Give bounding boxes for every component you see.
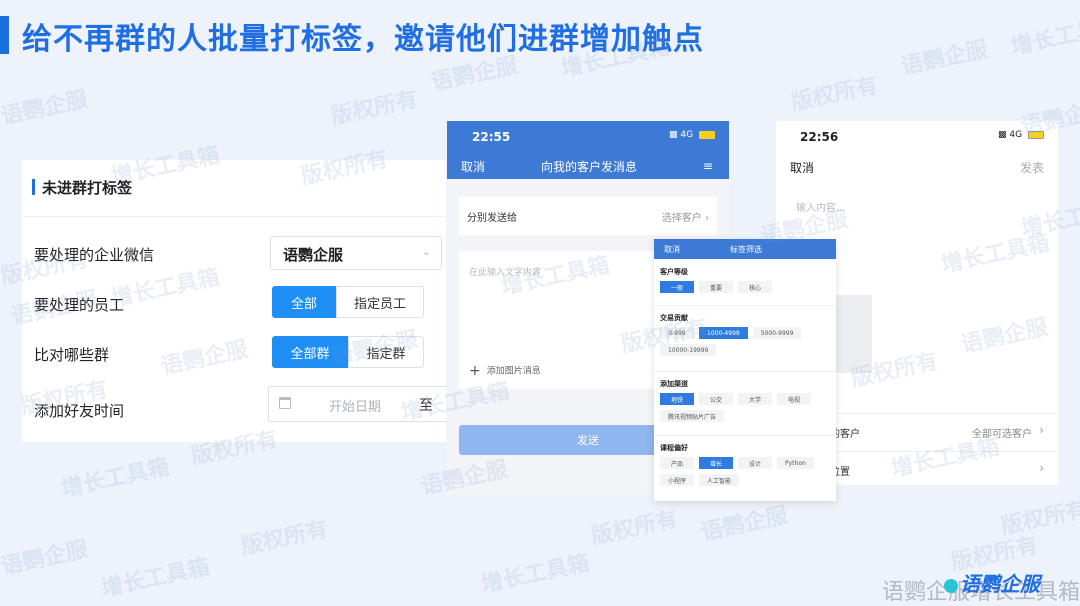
image-placeholder bbox=[834, 295, 872, 373]
groups-option-all[interactable]: 全部群 bbox=[272, 336, 348, 368]
groups-segmented-control: 全部群 指定群 bbox=[272, 336, 424, 368]
watermark-text: 增长工具箱 bbox=[59, 454, 172, 503]
watermark-text: 版权所有 bbox=[588, 507, 681, 550]
phone-header: 22:55 ▩ 4G 取消 向我的客户发消息 ≡ bbox=[447, 121, 729, 179]
tag-option[interactable]: 产品 bbox=[660, 457, 694, 469]
watermark-text: 版权所有 bbox=[238, 517, 331, 560]
signal-icon: ▩ bbox=[998, 130, 1007, 140]
tag-option[interactable]: 公交 bbox=[699, 393, 733, 405]
recipient-row[interactable]: 分别发送给 选择客户 › bbox=[459, 197, 717, 235]
tag-option[interactable]: 设计 bbox=[738, 457, 772, 469]
network-label: 4G bbox=[1009, 130, 1023, 140]
wecom-select[interactable]: 语鹦企服 ⌄ bbox=[270, 236, 442, 270]
groups-label: 比对哪些群 bbox=[34, 346, 110, 364]
section-divider bbox=[654, 305, 836, 306]
chevron-down-icon: ⌄ bbox=[421, 245, 431, 258]
tag-option[interactable]: 重要 bbox=[699, 281, 733, 293]
recipient-label: 分别发送给 bbox=[467, 213, 517, 224]
date-range-input[interactable]: 开始日期 至 bbox=[268, 386, 446, 422]
content-input[interactable]: 输入内容... bbox=[796, 199, 846, 214]
tag-filter-title: 标签筛选 bbox=[730, 245, 762, 254]
cancel-button[interactable]: 取消 bbox=[461, 158, 485, 175]
list-menu-icon[interactable]: ≡ bbox=[703, 159, 713, 173]
cancel-button[interactable]: 取消 bbox=[790, 159, 814, 176]
tag-option[interactable]: 1000-4999 bbox=[699, 327, 748, 339]
battery-icon bbox=[699, 130, 715, 139]
tag-filter-header: 取消 标签筛选 bbox=[654, 239, 836, 259]
section-divider bbox=[654, 435, 836, 436]
watermark-text: 版权所有 bbox=[788, 73, 881, 116]
tag-option[interactable]: 核心 bbox=[738, 281, 772, 293]
panel-heading: 未进群打标签 bbox=[42, 179, 133, 197]
tag-option[interactable]: 大学 bbox=[738, 393, 772, 405]
status-indicators: ▩ 4G bbox=[998, 130, 1044, 140]
calendar-icon bbox=[279, 397, 291, 409]
chevron-right-icon: › bbox=[1039, 461, 1044, 475]
watermark-text: 增长工具箱 bbox=[99, 554, 212, 603]
chevron-right-icon: › bbox=[1039, 423, 1044, 437]
slide-title-bar: 给不再群的人批量打标签，邀请他们进群增加触点 bbox=[0, 12, 1080, 57]
brand-logo-icon bbox=[944, 578, 958, 593]
signal-icon: ▩ bbox=[669, 130, 678, 140]
tag-section-title: 添加渠道 bbox=[660, 380, 688, 388]
tag-option[interactable]: 5000-9999 bbox=[752, 327, 802, 339]
staff-option-specific[interactable]: 指定员工 bbox=[336, 286, 424, 318]
tag-option[interactable]: Python bbox=[777, 457, 814, 469]
section-divider bbox=[654, 371, 836, 372]
tag-group: 地铁 公交 大学 电视腾讯视频贴片广告 bbox=[660, 393, 832, 427]
plus-icon: + bbox=[469, 363, 481, 379]
tag-group: 0-999 1000-4999 5000-9999 10000-19999 bbox=[660, 327, 832, 361]
groups-option-specific[interactable]: 指定群 bbox=[348, 336, 424, 368]
message-placeholder: 在此输入文字内容 bbox=[469, 268, 542, 278]
tag-option[interactable]: 电视 bbox=[777, 393, 811, 405]
tag-filter-panel: 取消 标签筛选 客户等级一般 重要 核心交易贡献 0-999 1000-4999 5000… bbox=[654, 239, 836, 501]
watermark-text: 增长工具箱 bbox=[479, 550, 592, 599]
panel-divider bbox=[22, 216, 446, 217]
tag-option[interactable]: 增长 bbox=[699, 457, 733, 469]
watermark-text: 版权所有 bbox=[998, 497, 1080, 540]
recipient-value: 选择客户 › bbox=[661, 213, 709, 224]
panel-header: 未进群打标签 bbox=[22, 176, 446, 200]
watermark-text: 版权所有 bbox=[328, 87, 421, 130]
start-date-placeholder: 开始日期 bbox=[329, 400, 382, 415]
tag-option[interactable]: 0-999 bbox=[660, 327, 694, 339]
publish-button[interactable]: 发表 bbox=[1020, 159, 1044, 176]
tag-option[interactable]: 腾讯视频贴片广告 bbox=[660, 410, 725, 422]
slide-title: 给不再群的人批量打标签，邀请他们进群增加触点 bbox=[22, 22, 704, 57]
watermark-text: 语鹦企服 bbox=[698, 503, 791, 546]
tag-section-title: 交易贡献 bbox=[660, 314, 688, 322]
wecom-select-value: 语鹦企服 bbox=[283, 246, 344, 264]
brand-logo: 语鹦企服 bbox=[944, 568, 1040, 597]
staff-label: 要处理的员工 bbox=[34, 296, 125, 314]
tag-option[interactable]: 人工智能 bbox=[699, 474, 740, 486]
tag-option[interactable]: 小程序 bbox=[660, 474, 695, 486]
cancel-button[interactable]: 取消 bbox=[664, 244, 680, 255]
status-time: 22:56 bbox=[800, 130, 839, 144]
battery-icon bbox=[1028, 130, 1044, 139]
tag-group: 一般 重要 核心 bbox=[660, 281, 832, 298]
title-accent-bar bbox=[0, 16, 9, 54]
tag-option[interactable]: 10000-19999 bbox=[660, 344, 717, 356]
network-label: 4G bbox=[680, 130, 694, 140]
tag-settings-panel: 未进群打标签 要处理的企业微信 语鹦企服 ⌄ 要处理的员工 全部 指定员工 比对… bbox=[22, 160, 446, 442]
staff-segmented-control: 全部 指定员工 bbox=[272, 286, 424, 318]
row-value: 全部可选客户 bbox=[972, 429, 1032, 440]
tag-group: 产品 增长 设计 Python 小程序 人工智能 bbox=[660, 457, 832, 491]
phone-title: 向我的客户发消息 bbox=[541, 160, 638, 174]
watermark-text: 语鹦企服 bbox=[0, 87, 91, 130]
time-label: 添加好友时间 bbox=[34, 402, 125, 420]
status-time: 22:55 bbox=[472, 130, 511, 144]
date-range-separator: 至 bbox=[419, 398, 433, 414]
add-image-button[interactable]: + 添加图片消息 bbox=[469, 363, 541, 379]
tag-option[interactable]: 地铁 bbox=[660, 393, 694, 405]
wecom-label: 要处理的企业微信 bbox=[34, 246, 155, 264]
tag-section-title: 客户等级 bbox=[660, 268, 688, 276]
staff-option-all[interactable]: 全部 bbox=[272, 286, 336, 318]
watermark-text: 语鹦企服 bbox=[0, 537, 91, 580]
status-indicators: ▩ 4G bbox=[669, 130, 715, 140]
tag-option[interactable]: 一般 bbox=[660, 281, 694, 293]
panel-header-accent bbox=[32, 179, 35, 195]
tag-section-title: 课程偏好 bbox=[660, 444, 688, 452]
